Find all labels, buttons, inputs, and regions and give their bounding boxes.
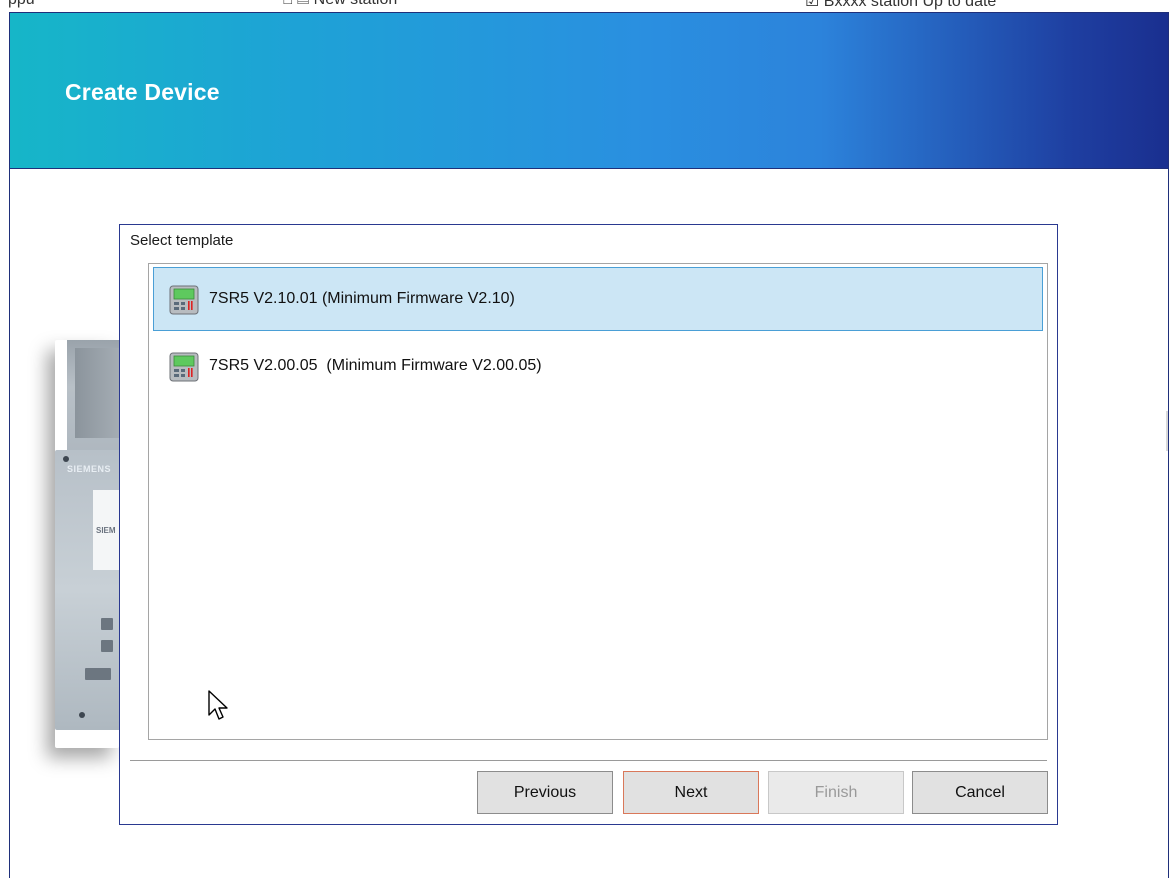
- device-brand-label: SIEMENS: [67, 464, 112, 474]
- background-window-strip: ppu ⎕ ▤ New station ☑ Bxxxx station Up t…: [0, 0, 1173, 12]
- device-port: [85, 668, 111, 680]
- select-template-label: Select template: [130, 232, 234, 249]
- device-relay-icon: [169, 352, 199, 382]
- next-button[interactable]: Next: [623, 771, 759, 814]
- wizard-header: Create Device: [10, 13, 1168, 168]
- device-down-button: [101, 640, 113, 652]
- template-item-label: 7SR5 V2.10.01 (Minimum Firmware V2.10): [209, 290, 515, 307]
- template-item-7sr5-v2-00-05[interactable]: 7SR5 V2.00.05 (Minimum Firmware V2.00.05…: [153, 334, 1043, 398]
- background-text-right: ☑ Bxxxx station Up to date: [805, 0, 997, 10]
- window-edge-mark: [1166, 411, 1168, 451]
- background-text-left: ppu: [8, 0, 35, 9]
- wizard-title: Create Device: [65, 79, 220, 105]
- template-item-label: 7SR5 V2.00.05 (Minimum Firmware V2.00.05…: [209, 357, 542, 374]
- header-divider: [10, 168, 1168, 169]
- previous-button[interactable]: Previous: [477, 771, 613, 814]
- background-text-middle: ⎕ ▤ New station: [283, 0, 397, 9]
- device-screen-text: SIEM: [96, 526, 116, 535]
- device-up-button: [101, 618, 113, 630]
- device-bottom-dot: [79, 712, 85, 718]
- device-relay-icon: [169, 285, 199, 315]
- select-template-dialog: Select template 7SR5 V2.10.01 (Minimum F…: [119, 224, 1058, 825]
- mouse-pointer-icon: [208, 690, 228, 720]
- finish-button[interactable]: Finish: [768, 771, 904, 814]
- device-front-panel: SIEMENS SIEM: [55, 450, 127, 730]
- template-list[interactable]: 7SR5 V2.10.01 (Minimum Firmware V2.10) 7…: [148, 263, 1048, 740]
- footer-divider: [130, 760, 1047, 761]
- device-illustration: SIEMENS SIEM: [55, 340, 127, 750]
- cancel-button[interactable]: Cancel: [912, 771, 1048, 814]
- device-led: [63, 456, 69, 462]
- template-item-7sr5-v2-10-01[interactable]: 7SR5 V2.10.01 (Minimum Firmware V2.10): [153, 267, 1043, 331]
